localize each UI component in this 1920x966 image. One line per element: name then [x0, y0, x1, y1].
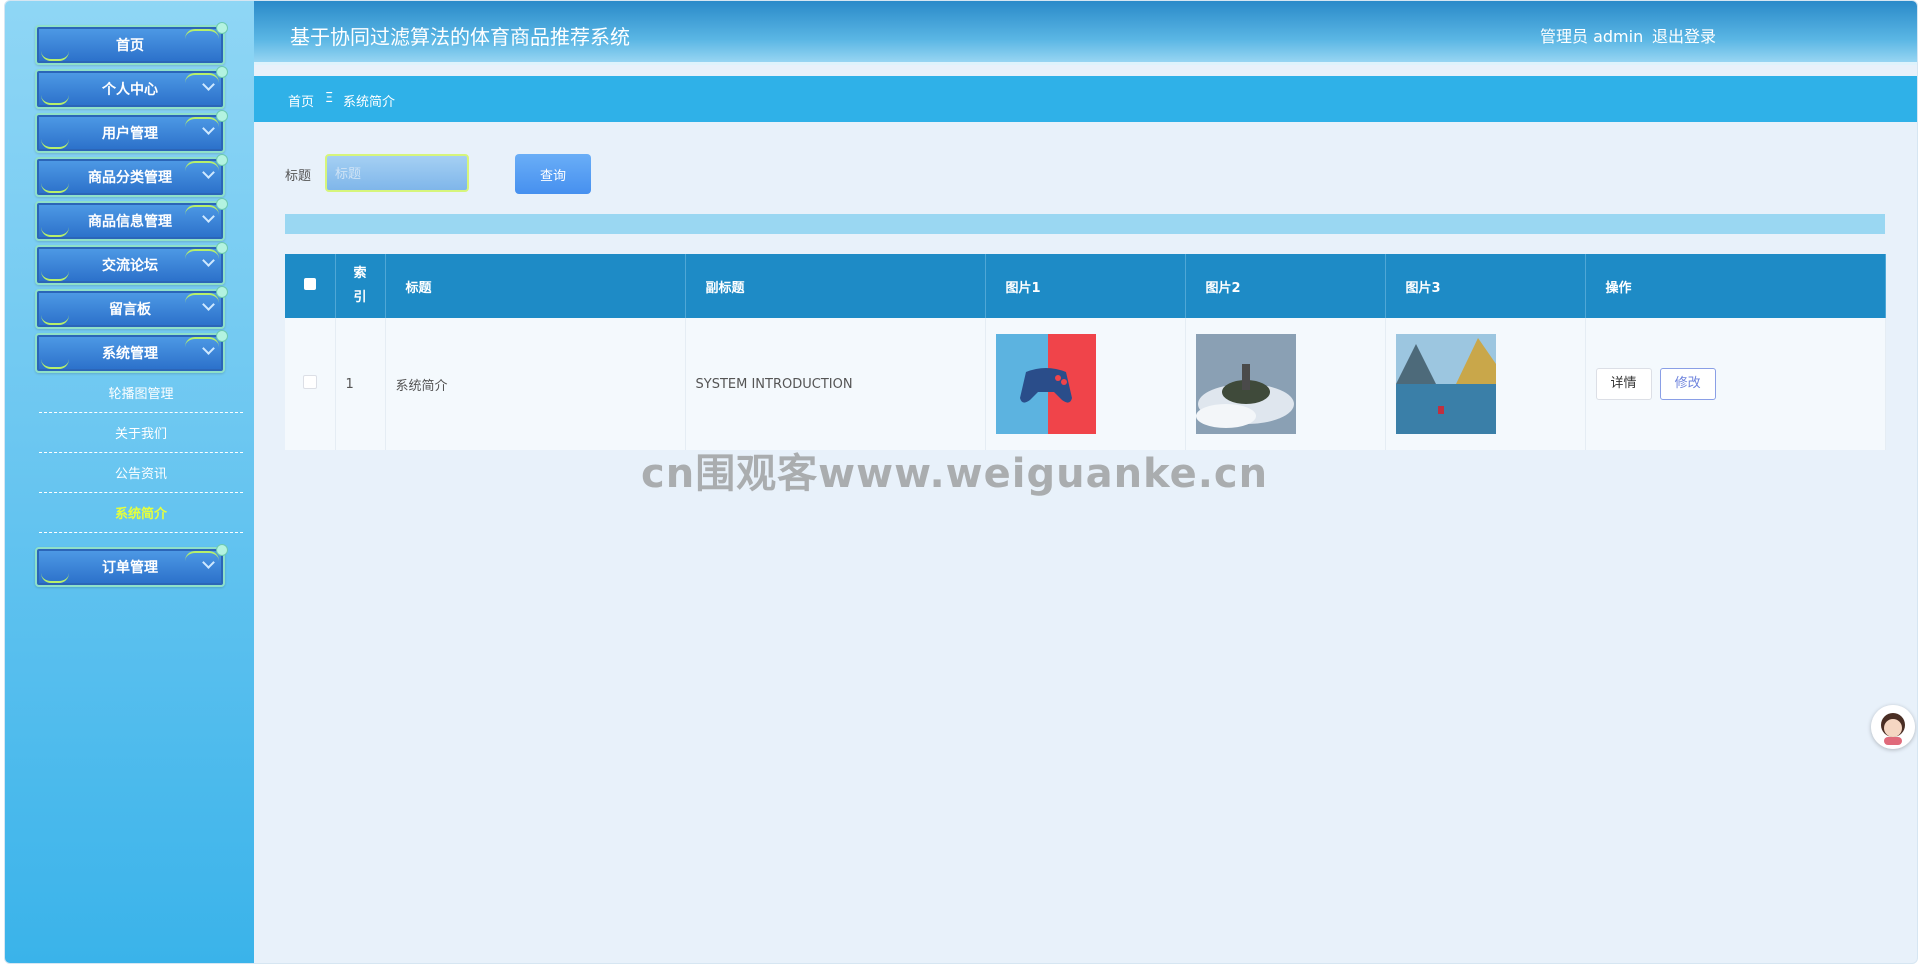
dot-icon	[216, 110, 228, 122]
ornament-icon	[41, 573, 69, 583]
menu-label: 订单管理	[102, 560, 158, 576]
ornament-icon	[185, 205, 219, 215]
search-title-input[interactable]	[325, 154, 469, 192]
row-subtitle: SYSTEM INTRODUCTION	[685, 318, 986, 450]
header-index: 索引	[335, 254, 386, 318]
toolbar-strip	[285, 214, 1885, 234]
ornament-icon	[185, 29, 219, 39]
submenu-announcements[interactable]: 公告资讯	[39, 453, 243, 493]
dot-icon	[216, 286, 228, 298]
row-image3-cell	[1385, 318, 1586, 450]
sidebar: 首页 个人中心 用户管理 商品分类管理 商品信息管理 交流论坛 留言板 系统管理…	[5, 1, 254, 963]
ornament-icon	[185, 161, 219, 171]
menu-label: 交流论坛	[102, 258, 158, 274]
header-image1: 图片1	[985, 254, 1186, 318]
ornament-icon	[41, 139, 69, 149]
menu-category-management[interactable]: 商品分类管理	[35, 154, 228, 197]
menu-label: 商品信息管理	[88, 214, 172, 230]
header-subtitle: 副标题	[685, 254, 986, 318]
dot-icon	[216, 544, 228, 556]
detail-button[interactable]: 详情	[1595, 368, 1652, 400]
checkbox-icon[interactable]	[302, 375, 317, 389]
menu-label: 个人中心	[102, 82, 158, 98]
menu-user-management[interactable]: 用户管理	[35, 110, 228, 153]
submenu-label: 系统简介	[114, 507, 167, 522]
edit-button[interactable]: 修改	[1659, 368, 1716, 400]
submenu-label: 轮播图管理	[108, 387, 174, 402]
current-user: 管理员 admin	[1540, 27, 1644, 46]
ornament-icon	[41, 183, 69, 193]
breadcrumb: 首页 Ξ 系统简介	[254, 76, 1917, 122]
header-select-all[interactable]	[285, 254, 336, 318]
ornament-icon	[41, 359, 69, 369]
submenu-label: 公告资讯	[114, 467, 167, 482]
ornament-icon	[185, 73, 219, 83]
app-title: 基于协同过滤算法的体育商品推荐系统	[290, 25, 630, 49]
row-title: 系统简介	[385, 318, 686, 450]
ornament-icon	[185, 551, 219, 561]
menu-personal-center[interactable]: 个人中心	[35, 66, 228, 109]
table-row: 1 系统简介 SYSTEM INTRODUCTION 详情 修改	[285, 318, 1886, 450]
row-index: 1	[335, 318, 386, 450]
submenu-label: 关于我们	[114, 427, 167, 442]
breadcrumb-current: 系统简介	[343, 95, 396, 110]
ornament-icon	[41, 95, 69, 105]
app-window: 首页 个人中心 用户管理 商品分类管理 商品信息管理 交流论坛 留言板 系统管理…	[4, 0, 1918, 964]
ornament-icon	[185, 249, 219, 259]
menu-product-management[interactable]: 商品信息管理	[35, 198, 228, 241]
submenu-carousel[interactable]: 轮播图管理	[39, 373, 243, 413]
ornament-icon	[185, 293, 219, 303]
row-select[interactable]	[285, 318, 336, 450]
data-table: 索引 标题 副标题 图片1 图片2 图片3 操作 1 系统简介 SYSTEM I…	[285, 254, 1886, 450]
dot-icon	[216, 154, 228, 166]
checkbox-icon[interactable]	[303, 278, 316, 290]
table-header-row: 索引 标题 副标题 图片1 图片2 图片3 操作	[285, 254, 1886, 318]
header-actions: 操作	[1585, 254, 1886, 318]
menu-label: 商品分类管理	[88, 170, 172, 186]
submenu-system-intro[interactable]: 系统简介	[39, 493, 243, 533]
ornament-icon	[41, 51, 69, 61]
row-image1-cell	[985, 318, 1186, 450]
row-image2-cell	[1185, 318, 1386, 450]
header-title: 标题	[385, 254, 686, 318]
search-label: 标题	[285, 169, 312, 184]
dot-icon	[216, 330, 228, 342]
header-image2: 图片2	[1185, 254, 1386, 318]
dot-icon	[216, 66, 228, 78]
menu-label: 用户管理	[102, 126, 158, 142]
header-divider	[254, 62, 1917, 65]
menu-order-management[interactable]: 订单管理	[35, 544, 228, 587]
submenu-about-us[interactable]: 关于我们	[39, 413, 243, 453]
menu-label: 首页	[116, 38, 144, 54]
menu-home[interactable]: 首页	[35, 22, 228, 65]
header-image3: 图片3	[1385, 254, 1586, 318]
menu-label: 留言板	[109, 302, 151, 318]
query-button[interactable]: 查询	[515, 154, 591, 194]
mountain-lake-image[interactable]	[1395, 334, 1496, 434]
watermark-text: cn围观客www.weiguanke.cn	[641, 451, 1269, 497]
menu-system-management[interactable]: 系统管理	[35, 330, 228, 373]
menu-message-board[interactable]: 留言板	[35, 286, 228, 329]
assistant-avatar-icon[interactable]	[1871, 705, 1915, 749]
game-controller-image[interactable]	[995, 334, 1096, 434]
breadcrumb-home[interactable]: 首页	[288, 91, 314, 110]
logout-link[interactable]: 退出登录	[1652, 23, 1716, 47]
top-header: 基于协同过滤算法的体育商品推荐系统 管理员 admin 退出登录	[254, 1, 1917, 65]
dot-icon	[216, 198, 228, 210]
breadcrumb-separator-icon: Ξ	[325, 91, 334, 106]
ornament-icon	[41, 271, 69, 281]
row-actions: 详情 修改	[1585, 318, 1886, 450]
dot-icon	[216, 242, 228, 254]
ornament-icon	[41, 227, 69, 237]
ornament-icon	[41, 315, 69, 325]
header-index-line1: 索	[353, 266, 367, 281]
ornament-icon	[185, 117, 219, 127]
menu-label: 系统管理	[102, 346, 158, 362]
floating-castle-image[interactable]	[1195, 334, 1296, 434]
ornament-icon	[185, 337, 219, 347]
header-index-line2: 引	[353, 290, 367, 305]
dot-icon	[216, 22, 228, 34]
menu-forum[interactable]: 交流论坛	[35, 242, 228, 285]
